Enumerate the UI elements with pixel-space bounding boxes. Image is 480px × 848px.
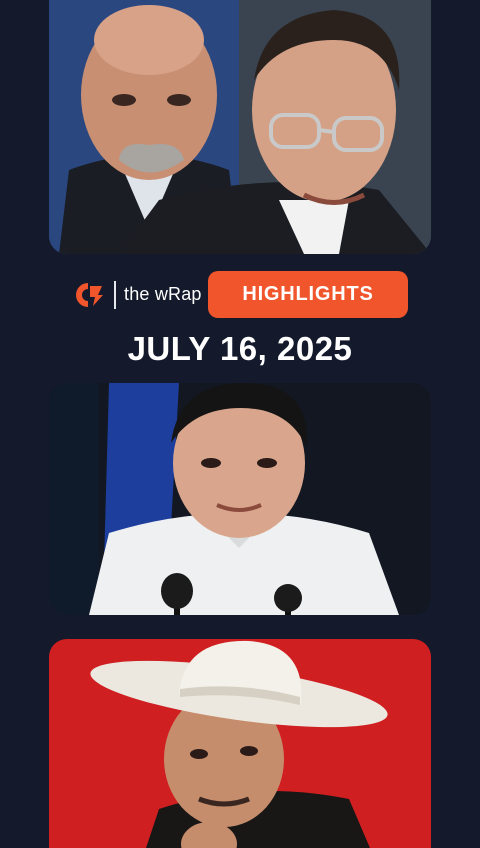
rappler-logo-icon — [75, 282, 105, 308]
brand-name: the wRap — [124, 284, 202, 304]
brand-row: the wRap HIGHLIGHTS — [0, 270, 480, 320]
wrap-highlights-page: the wRap HIGHLIGHTS JULY 16, 2025 — [0, 0, 480, 848]
middle-news-photo[interactable] — [49, 383, 431, 615]
top-news-photo[interactable] — [49, 0, 431, 254]
brand-divider — [114, 281, 116, 309]
date-title: JULY 16, 2025 — [127, 330, 353, 367]
bottom-news-photo[interactable] — [49, 639, 431, 848]
bottom-photo-illustration — [49, 639, 431, 848]
highlights-badge: HIGHLIGHTS — [208, 271, 408, 318]
top-photo-illustration — [49, 0, 431, 254]
middle-photo-illustration — [49, 383, 431, 615]
